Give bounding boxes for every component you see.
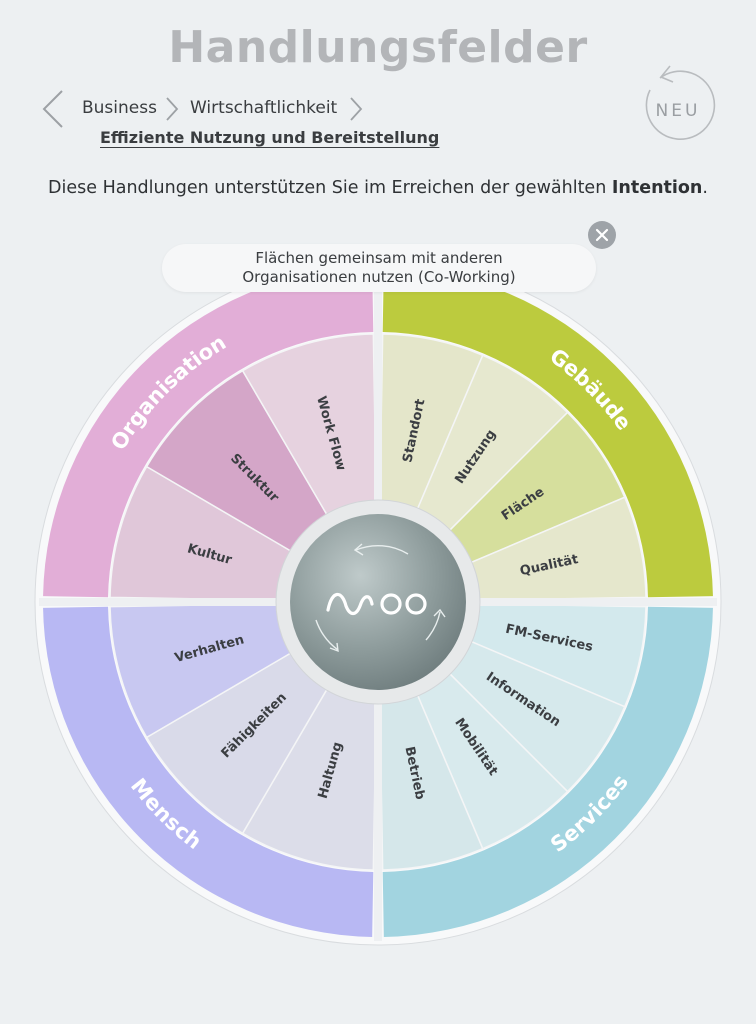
tooltip-line: Flächen gemeinsam mit anderen — [255, 249, 503, 267]
handlungsfelder-wheel: KulturStrukturWork FlowOrganisationStand… — [34, 258, 722, 946]
action-tooltip: Flächen gemeinsam mit anderen Organisatio… — [162, 244, 596, 292]
close-tooltip-button[interactable] — [588, 221, 616, 249]
tooltip-line: Organisationen nutzen (Co-Working) — [242, 268, 516, 286]
close-icon — [595, 228, 609, 242]
center-hub-button[interactable] — [290, 514, 466, 690]
